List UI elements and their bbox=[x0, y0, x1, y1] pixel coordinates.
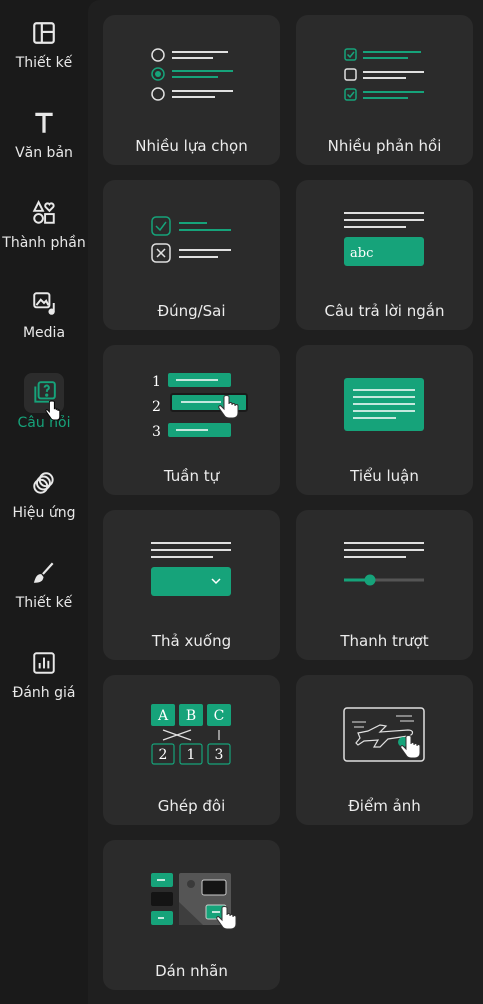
card-label: Thả xuống bbox=[151, 632, 232, 650]
card-dropdown[interactable]: Thả xuống bbox=[103, 510, 280, 660]
sidebar-item-thanh-phan[interactable]: Thành phần bbox=[0, 180, 88, 270]
card-multiple-response[interactable]: Nhiều phản hồi bbox=[296, 15, 473, 165]
sidebar-item-label: Thiết kế bbox=[15, 595, 73, 611]
card-true-false[interactable]: Đúng/Sai bbox=[103, 180, 280, 330]
sidebar-item-media[interactable]: Media bbox=[0, 270, 88, 360]
card-matching[interactable]: A B C 2 1 3 Ghép đôi bbox=[103, 675, 280, 825]
sidebar-item-danh-gia[interactable]: Đánh giá bbox=[0, 630, 88, 720]
assessment-icon bbox=[24, 643, 64, 683]
app-root: Thiết kế Văn bản Thành phần Media Câu hỏ… bbox=[0, 0, 483, 1004]
card-label: Đúng/Sai bbox=[157, 302, 226, 320]
sidebar-item-label: Thành phần bbox=[2, 235, 86, 251]
sidebar-item-cau-hoi[interactable]: Câu hỏi bbox=[0, 360, 88, 450]
sidebar: Thiết kế Văn bản Thành phần Media Câu hỏ… bbox=[0, 0, 88, 1004]
card-label: Thanh trượt bbox=[340, 632, 429, 650]
shapes-icon bbox=[24, 193, 64, 233]
card-short-answer[interactable]: abc Câu trả lời ngắn bbox=[296, 180, 473, 330]
card-label: Điểm ảnh bbox=[348, 797, 421, 815]
card-label: Dán nhãn bbox=[155, 962, 228, 980]
card-essay[interactable]: Tiểu luận bbox=[296, 345, 473, 495]
sequence-icon: 1 2 3 bbox=[152, 373, 248, 440]
hotspot-icon bbox=[343, 707, 425, 762]
sidebar-item-van-ban[interactable]: Văn bản bbox=[0, 90, 88, 180]
media-icon bbox=[24, 283, 64, 323]
sidebar-item-hieu-ung[interactable]: Hiệu ứng bbox=[0, 450, 88, 540]
card-label: Nhiều phản hồi bbox=[327, 137, 442, 155]
labeling-icon bbox=[151, 873, 237, 930]
sidebar-item-thiet-ke-2[interactable]: Thiết kế bbox=[0, 540, 88, 630]
card-label: Nhiều lựa chọn bbox=[135, 137, 248, 155]
short-answer-sample: abc bbox=[350, 246, 373, 261]
sequence-number: 1 bbox=[152, 374, 161, 390]
brush-icon bbox=[24, 553, 64, 593]
text-icon bbox=[24, 103, 64, 143]
multiple-response-icon bbox=[344, 48, 424, 101]
sidebar-item-label: Media bbox=[22, 325, 66, 341]
true-false-icon bbox=[151, 216, 231, 263]
card-hotspot[interactable]: Điểm ảnh bbox=[296, 675, 473, 825]
effects-icon bbox=[24, 463, 64, 503]
matching-letter: A bbox=[157, 708, 169, 724]
pointer-cursor-icon bbox=[45, 400, 61, 421]
matching-number: 3 bbox=[215, 747, 224, 763]
slider-icon bbox=[344, 542, 424, 586]
sequence-number: 2 bbox=[152, 399, 161, 415]
card-multiple-choice[interactable]: Nhiều lựa chọn bbox=[103, 15, 280, 165]
dropdown-icon bbox=[151, 542, 231, 596]
card-label: Ghép đôi bbox=[157, 797, 226, 815]
question-types-panel: Nhiều lựa chọn Nhiều phản hồi Đúng/Sai a… bbox=[88, 0, 483, 1004]
card-label: Tuần tự bbox=[163, 467, 220, 485]
matching-icon: A B C 2 1 3 bbox=[151, 704, 231, 765]
card-labeling[interactable]: Dán nhãn bbox=[103, 840, 280, 990]
card-sequence[interactable]: 1 2 3 Tuần tự bbox=[103, 345, 280, 495]
sidebar-item-label: Đánh giá bbox=[12, 685, 76, 701]
short-answer-icon: abc bbox=[344, 212, 424, 266]
sidebar-item-label: Hiệu ứng bbox=[12, 505, 76, 521]
layout-icon bbox=[24, 13, 64, 53]
sidebar-item-label: Văn bản bbox=[15, 145, 73, 161]
essay-icon bbox=[344, 378, 424, 431]
sidebar-item-thiet-ke[interactable]: Thiết kế bbox=[0, 0, 88, 90]
sequence-number: 3 bbox=[152, 424, 161, 440]
matching-letter: C bbox=[214, 708, 225, 724]
card-slider[interactable]: Thanh trượt bbox=[296, 510, 473, 660]
matching-letter: B bbox=[186, 708, 196, 724]
card-label: Câu trả lời ngắn bbox=[324, 302, 445, 320]
sidebar-item-label: Thiết kế bbox=[15, 55, 73, 71]
matching-number: 1 bbox=[187, 747, 196, 763]
multiple-choice-icon bbox=[151, 48, 233, 101]
card-label: Tiểu luận bbox=[350, 467, 419, 485]
matching-number: 2 bbox=[159, 747, 168, 763]
